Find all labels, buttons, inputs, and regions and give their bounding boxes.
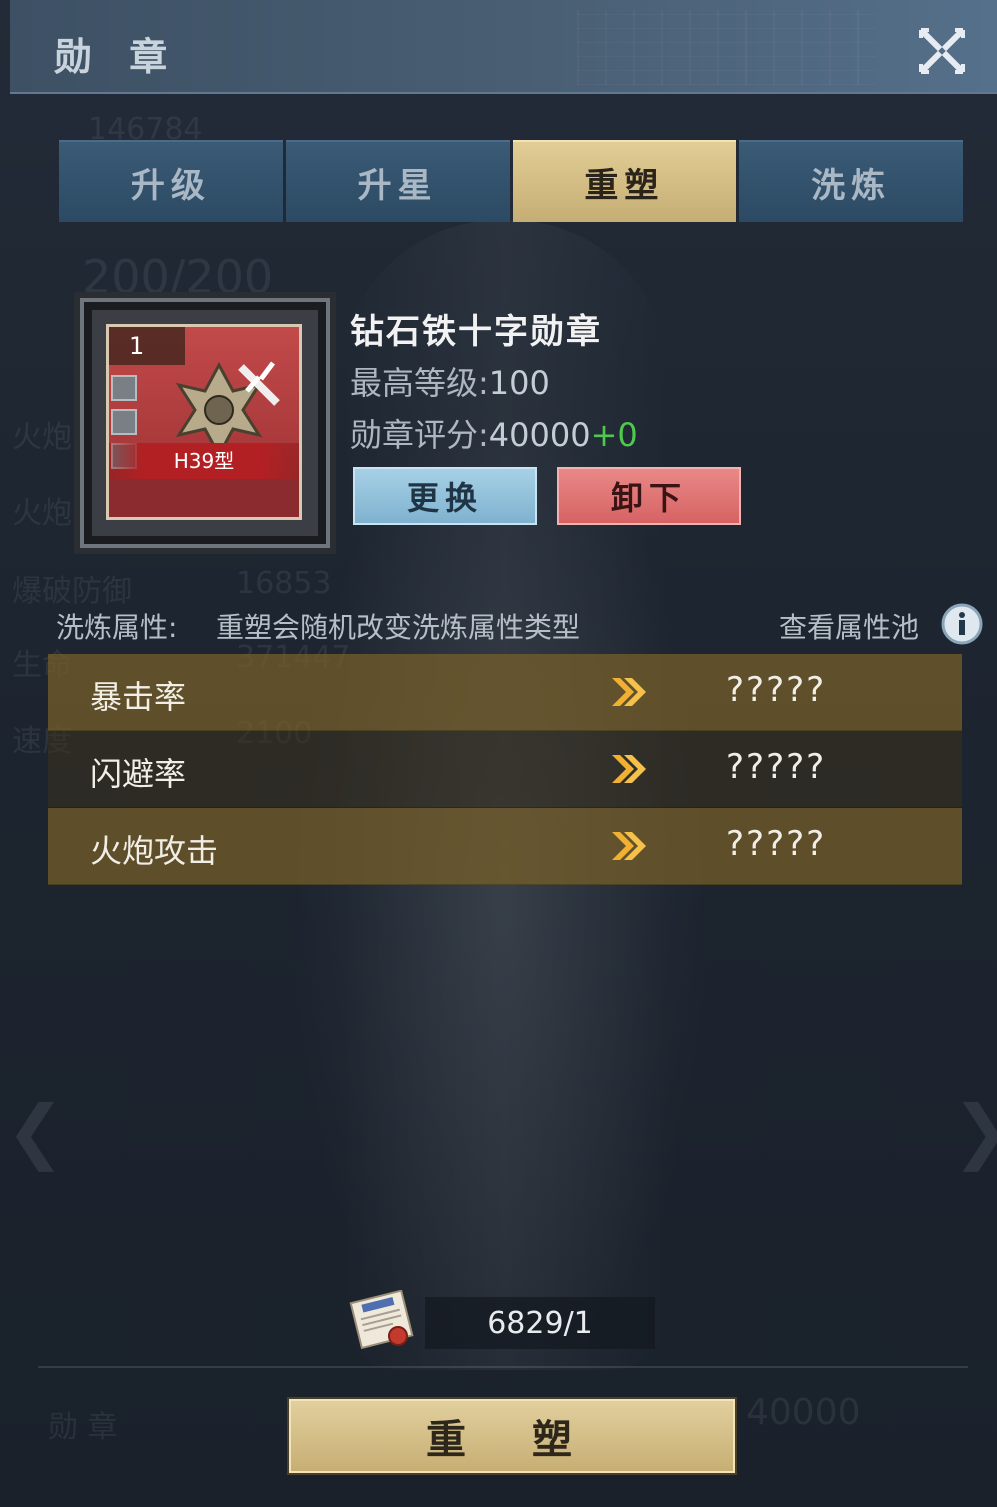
close-button[interactable] — [917, 26, 967, 76]
tab-star-up[interactable]: 升星 — [285, 140, 510, 222]
ghost-bottom-right: 40000 — [746, 1392, 861, 1433]
ghost-level: 200/200 — [82, 250, 274, 304]
view-attribute-pool-link[interactable]: 查看属性池 — [779, 606, 919, 646]
refine-attributes-label: 洗炼属性: — [56, 611, 178, 644]
attribute-value: ????? — [726, 747, 827, 787]
double-chevron-right-icon — [612, 678, 646, 706]
ghost-stat3-value: 16853 — [236, 566, 332, 601]
slot-icon — [111, 409, 137, 435]
ghost-stat1: 火炮 — [12, 420, 72, 455]
list-item: 暴击率 ????? — [48, 654, 962, 731]
tab-refine[interactable]: 洗炼 — [739, 140, 963, 222]
double-chevron-right-icon — [612, 755, 646, 783]
remove-button[interactable]: 卸下 — [557, 467, 741, 525]
prev-arrow-icon[interactable]: ❮ — [6, 1090, 65, 1172]
score-value: 40000 — [488, 416, 591, 454]
refine-description: 重塑会随机改变洗炼属性类型 — [216, 611, 581, 644]
reshape-button[interactable]: 重 塑 — [289, 1399, 735, 1473]
replace-button[interactable]: 更换 — [353, 467, 537, 525]
attribute-list: 暴击率 ????? 闪避率 ????? 火炮攻击 ????? — [48, 654, 962, 885]
attribute-name: 火炮攻击 — [90, 832, 219, 870]
attribute-value: ????? — [726, 824, 827, 864]
info-icon[interactable] — [941, 603, 983, 645]
max-level-label: 最高等级: — [350, 364, 489, 402]
score-row: 勋章评分:40000+0 — [350, 410, 638, 456]
close-icon — [919, 28, 965, 74]
divider — [38, 1366, 968, 1368]
tab-upgrade[interactable]: 升级 — [59, 140, 283, 222]
medal-type-label: H39型 — [109, 443, 299, 479]
ghost-stat2: 火炮 — [12, 496, 72, 531]
next-arrow-icon[interactable]: ❯ — [952, 1090, 997, 1172]
ghost-bottom-left: 勋 章 — [48, 1410, 118, 1445]
ghost-stat3-name: 爆破防御 — [12, 574, 132, 609]
max-level-row: 最高等级:100 — [350, 358, 550, 404]
slot-icon — [111, 375, 137, 401]
certificate-icon — [349, 1290, 414, 1350]
attribute-value: ????? — [726, 670, 827, 710]
tab-bar: 升级 升星 重塑 洗炼 — [59, 140, 963, 222]
list-item: 闪避率 ????? — [48, 731, 962, 808]
attribute-name: 闪避率 — [90, 755, 187, 793]
tab-reshape[interactable]: 重塑 — [512, 140, 737, 222]
max-level-value: 100 — [488, 364, 550, 402]
medal-card: 1 H39型 — [106, 324, 302, 520]
window-header: 勋 章 — [10, 0, 997, 94]
score-bonus: +0 — [590, 416, 638, 454]
attribute-name: 暴击率 — [90, 678, 187, 716]
score-label: 勋章评分: — [350, 416, 489, 454]
cost-counter: 6829/1 — [425, 1297, 655, 1349]
window-title: 勋 章 — [54, 35, 180, 79]
medal-icon-frame[interactable]: 1 H39型 — [80, 298, 330, 548]
list-item: 火炮攻击 ????? — [48, 808, 962, 885]
double-chevron-right-icon — [612, 832, 646, 860]
medal-name: 钻石铁十字勋章 — [350, 312, 602, 352]
medal-base — [109, 479, 299, 517]
circuit-decoration — [577, 10, 877, 85]
